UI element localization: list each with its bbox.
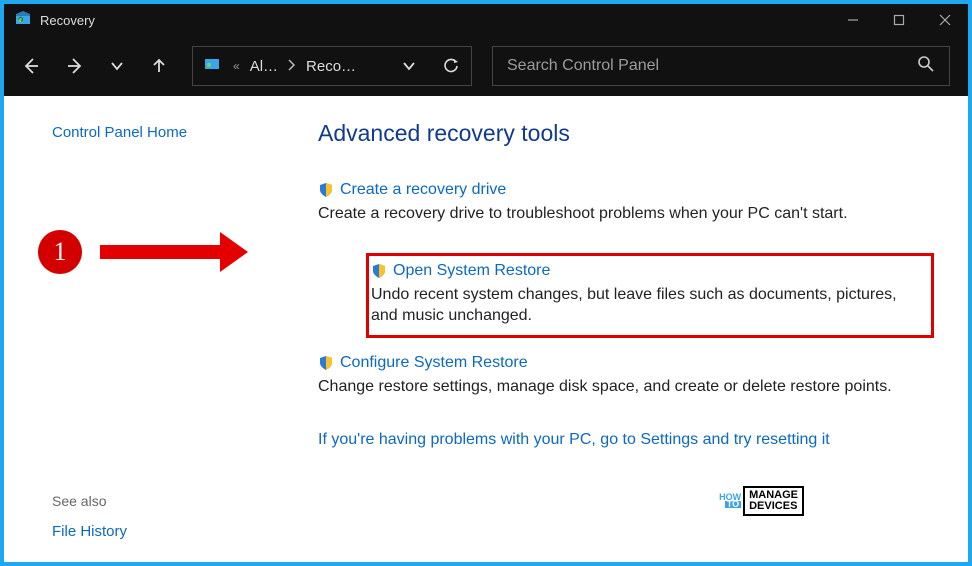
close-button[interactable]: [922, 4, 968, 36]
window-title: Recovery: [40, 13, 95, 28]
back-button[interactable]: [22, 57, 40, 75]
minimize-button[interactable]: [830, 4, 876, 36]
recent-locations-button[interactable]: [110, 57, 124, 75]
open-system-restore-link[interactable]: Open System Restore: [393, 262, 550, 280]
configure-system-restore-link[interactable]: Configure System Restore: [340, 354, 528, 372]
forward-button[interactable]: [66, 57, 84, 75]
search-bar[interactable]: [492, 46, 950, 86]
configure-system-restore-desc: Change restore settings, manage disk spa…: [318, 376, 918, 398]
open-system-restore-item: Open System Restore Undo recent system c…: [366, 253, 934, 338]
shield-icon: [318, 355, 334, 371]
content-area: Control Panel Home See also File History…: [8, 100, 964, 558]
create-recovery-drive-desc: Create a recovery drive to troubleshoot …: [318, 203, 918, 225]
create-recovery-drive-link[interactable]: Create a recovery drive: [340, 181, 506, 199]
address-bar[interactable]: « Al… Reco…: [192, 46, 472, 86]
chevron-right-icon: [288, 59, 296, 74]
recovery-app-icon: [14, 10, 32, 31]
refresh-button[interactable]: [441, 58, 461, 74]
address-dropdown-button[interactable]: [399, 59, 419, 73]
recovery-location-icon: [203, 55, 221, 78]
open-system-restore-desc: Undo recent system changes, but leave fi…: [371, 284, 923, 327]
navigation-toolbar: « Al… Reco…: [4, 36, 968, 96]
page-title: Advanced recovery tools: [318, 120, 934, 147]
maximize-button[interactable]: [876, 4, 922, 36]
sidebar: Control Panel Home See also File History: [8, 100, 268, 558]
reset-pc-settings-link[interactable]: If you're having problems with your PC, …: [318, 431, 934, 449]
breadcrumb-back-chevron-icon: «: [233, 59, 240, 73]
window-titlebar: Recovery: [4, 4, 968, 36]
control-panel-home-link[interactable]: Control Panel Home: [52, 124, 250, 141]
breadcrumb-seg1[interactable]: Al…: [250, 58, 278, 75]
breadcrumb-seg2[interactable]: Reco…: [306, 58, 356, 75]
see-also-label: See also: [52, 493, 250, 509]
watermark-logo: HOW TO MANAGE DEVICES: [719, 486, 804, 516]
main-panel: Advanced recovery tools 1 Create a recov…: [268, 100, 964, 558]
configure-system-restore-item: Configure System Restore Change restore …: [318, 350, 934, 404]
create-recovery-drive-item: Create a recovery drive Create a recover…: [318, 177, 934, 231]
shield-icon: [371, 263, 387, 279]
file-history-link[interactable]: File History: [52, 523, 250, 540]
tools-list: Create a recovery drive Create a recover…: [318, 177, 934, 403]
search-input[interactable]: [507, 57, 917, 75]
up-button[interactable]: [150, 57, 168, 75]
shield-icon: [318, 182, 334, 198]
search-icon[interactable]: [917, 55, 935, 78]
